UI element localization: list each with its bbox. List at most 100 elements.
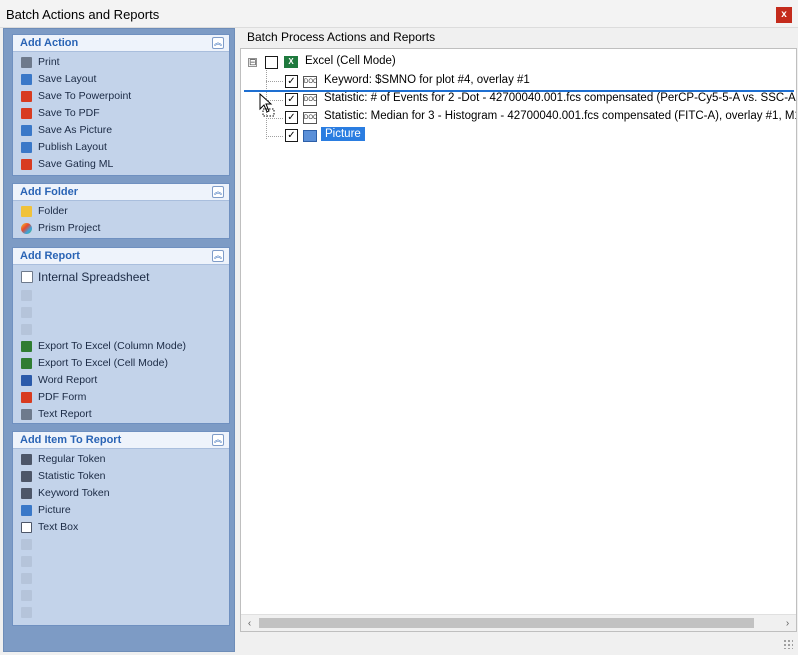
report-word[interactable]: Word Report — [13, 372, 229, 389]
prism-project-item[interactable]: Prism Project — [13, 220, 229, 237]
title-bar: Batch Actions and Reports x — [0, 0, 798, 28]
scroll-right-icon[interactable]: › — [779, 615, 796, 632]
action-palette: Add Action ︽ Print Save Layout Save To P… — [3, 28, 235, 652]
item-regular-token[interactable]: Regular Token — [13, 451, 229, 468]
token-icon: DOC — [303, 94, 317, 106]
report-pdf-form[interactable]: PDF Form — [13, 389, 229, 406]
group-title: Add Report — [20, 250, 80, 262]
resize-grip-icon[interactable] — [783, 639, 793, 649]
picture-icon — [21, 125, 32, 136]
save-layout-icon — [21, 74, 32, 85]
excel-icon — [21, 358, 32, 369]
disabled-item-icon — [21, 590, 32, 601]
report-disabled-item — [13, 287, 229, 304]
tree-row[interactable]: ✓ DOC Statistic: Median for 3 - Histogra… — [241, 109, 796, 127]
tree-root-row[interactable]: ⊟ X Excel (Cell Mode) — [241, 54, 796, 72]
scroll-left-icon[interactable]: ‹ — [241, 615, 258, 632]
batch-panel-title: Batch Process Actions and Reports — [247, 30, 436, 44]
horizontal-scrollbar[interactable]: ‹ › — [241, 614, 796, 631]
root-checkbox[interactable] — [265, 56, 278, 69]
status-bar — [240, 633, 797, 653]
word-icon — [21, 375, 32, 386]
picture-icon — [303, 130, 317, 142]
tree-row[interactable]: ✓ DOC Statistic: # of Events for 2 -Dot … — [241, 91, 796, 109]
disabled-report-icon — [21, 290, 32, 301]
publish-icon — [21, 142, 32, 153]
group-add-report: Add Report ︽ Internal Spreadsheet Export… — [12, 247, 230, 424]
group-add-action: Add Action ︽ Print Save Layout Save To P… — [12, 34, 230, 176]
action-save-powerpoint[interactable]: Save To Powerpoint — [13, 88, 229, 105]
tree-root-label: Excel (Cell Mode) — [305, 55, 396, 67]
gating-ml-icon — [21, 159, 32, 170]
tree-item-label: Statistic: # of Events for 2 -Dot - 4270… — [324, 92, 796, 104]
report-text[interactable]: Text Report — [13, 406, 229, 423]
excel-icon — [21, 341, 32, 352]
text-report-icon — [21, 409, 32, 420]
item-disabled — [13, 553, 229, 570]
tree-item-label: Picture — [321, 127, 365, 141]
disabled-item-icon — [21, 573, 32, 584]
tree-row-selected[interactable]: ✓ Picture — [241, 127, 796, 145]
action-save-gating-ml[interactable]: Save Gating ML — [13, 156, 229, 173]
picture-icon — [21, 505, 32, 516]
pdf-icon — [21, 392, 32, 403]
tree-item-label: Keyword: $SMNO for plot #4, overlay #1 — [324, 74, 530, 86]
collapse-icon[interactable]: ︽ — [212, 250, 224, 262]
disabled-report-icon — [21, 307, 32, 318]
collapse-icon[interactable]: ︽ — [212, 186, 224, 198]
powerpoint-icon — [21, 91, 32, 102]
group-header-add-folder[interactable]: Add Folder ︽ — [13, 184, 229, 201]
item-disabled — [13, 587, 229, 604]
item-statistic-token[interactable]: Statistic Token — [13, 468, 229, 485]
group-title: Add Folder — [20, 186, 79, 198]
item-checkbox[interactable]: ✓ — [285, 93, 298, 106]
token-icon: DOC — [303, 76, 317, 88]
item-checkbox[interactable]: ✓ — [285, 75, 298, 88]
report-internal-spreadsheet[interactable]: Internal Spreadsheet — [13, 267, 229, 287]
disabled-item-icon — [21, 556, 32, 567]
token-icon — [21, 471, 32, 482]
disabled-item-icon — [21, 539, 32, 550]
group-header-add-action[interactable]: Add Action ︽ — [13, 35, 229, 52]
drop-indicator — [244, 90, 794, 92]
item-disabled — [13, 570, 229, 587]
token-icon — [21, 488, 32, 499]
tree-item-label: Statistic: Median for 3 - Histogram - 42… — [324, 110, 796, 122]
group-title: Add Action — [20, 37, 79, 49]
collapse-tree-icon[interactable]: ⊟ — [248, 58, 257, 67]
action-publish-layout[interactable]: Publish Layout — [13, 139, 229, 156]
scroll-thumb[interactable] — [259, 618, 754, 628]
folder-icon — [21, 206, 32, 217]
collapse-icon[interactable]: ︽ — [212, 37, 224, 49]
item-keyword-token[interactable]: Keyword Token — [13, 485, 229, 502]
report-excel-cell[interactable]: Export To Excel (Cell Mode) — [13, 355, 229, 372]
item-disabled — [13, 604, 229, 621]
token-icon — [21, 454, 32, 465]
item-text-box[interactable]: Text Box — [13, 519, 229, 536]
item-checkbox[interactable]: ✓ — [285, 111, 298, 124]
group-add-folder: Add Folder ︽ Folder Prism Project — [12, 183, 230, 239]
action-print[interactable]: Print — [13, 54, 229, 71]
tree-row[interactable]: ✓ DOC Keyword: $SMNO for plot #4, overla… — [241, 73, 796, 91]
item-picture[interactable]: Picture — [13, 502, 229, 519]
report-excel-column[interactable]: Export To Excel (Column Mode) — [13, 338, 229, 355]
item-checkbox[interactable]: ✓ — [285, 129, 298, 142]
drag-cursor-icon — [259, 93, 275, 117]
close-button[interactable]: x — [776, 7, 792, 23]
folder-item[interactable]: Folder — [13, 203, 229, 220]
action-save-picture[interactable]: Save As Picture — [13, 122, 229, 139]
text-box-icon — [21, 522, 32, 533]
group-header-add-report[interactable]: Add Report ︽ — [13, 248, 229, 265]
prism-icon — [21, 223, 32, 234]
collapse-icon[interactable]: ︽ — [212, 434, 224, 446]
action-save-layout[interactable]: Save Layout — [13, 71, 229, 88]
disabled-item-icon — [21, 607, 32, 618]
action-save-pdf[interactable]: Save To PDF — [13, 105, 229, 122]
printer-icon — [21, 57, 32, 68]
spreadsheet-icon — [21, 271, 33, 283]
disabled-report-icon — [21, 324, 32, 335]
excel-icon: X — [284, 56, 298, 68]
group-title: Add Item To Report — [20, 434, 122, 446]
group-header-add-item[interactable]: Add Item To Report ︽ — [13, 432, 229, 449]
batch-tree[interactable]: ⊟ X Excel (Cell Mode) ✓ DOC Keyword: $SM… — [240, 48, 797, 632]
